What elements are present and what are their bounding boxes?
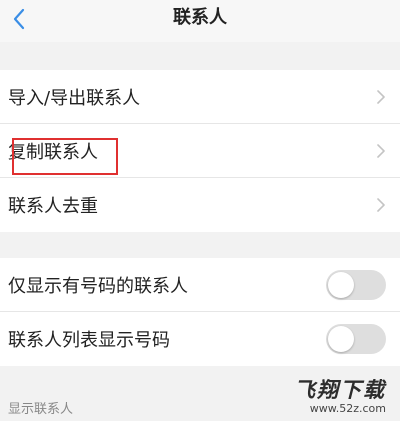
show-number-in-list-toggle[interactable] [326,324,386,354]
chevron-right-icon [377,198,385,212]
list-item-import-export[interactable]: 导入/导出联系人 [0,70,400,124]
watermark: 飞翔下载 www.52z.com [266,378,386,418]
watermark-url: www.52z.com [309,402,386,415]
display-options-group: 仅显示有号码的联系人 联系人列表显示号码 [0,258,400,366]
list-item-label: 联系人去重 [8,196,98,217]
list-item-label: 导入/导出联系人 [8,88,141,109]
page-title: 联系人 [173,7,227,28]
nav-bar: 联系人 [0,0,400,42]
show-with-number-toggle[interactable] [326,270,386,300]
import-copy-group: 导入/导出联系人 复制联系人 联系人去重 [0,70,400,232]
watermark-logo-text: 飞翔下载 [294,378,386,402]
list-item-dedupe[interactable]: 联系人去重 [0,178,400,232]
list-item-label: 复制联系人 [8,142,98,163]
contacts-settings-screen: 联系人 导入/导出联系人 复制联系人 联系人去重 仅显示有号码的联系人 联系人列… [0,0,400,421]
list-item-label: 仅显示有号码的联系人 [8,276,188,297]
list-item-label: 联系人列表显示号码 [8,330,170,351]
list-item-copy-contacts[interactable]: 复制联系人 [0,124,400,178]
list-item-show-number-in-list: 联系人列表显示号码 [0,312,400,366]
chevron-right-icon [377,144,385,158]
toggle-knob [328,272,354,298]
toggle-knob [328,326,354,352]
section-header-display-contacts: 显示联系人 [8,402,74,417]
chevron-right-icon [377,90,385,104]
list-item-show-with-number: 仅显示有号码的联系人 [0,258,400,312]
